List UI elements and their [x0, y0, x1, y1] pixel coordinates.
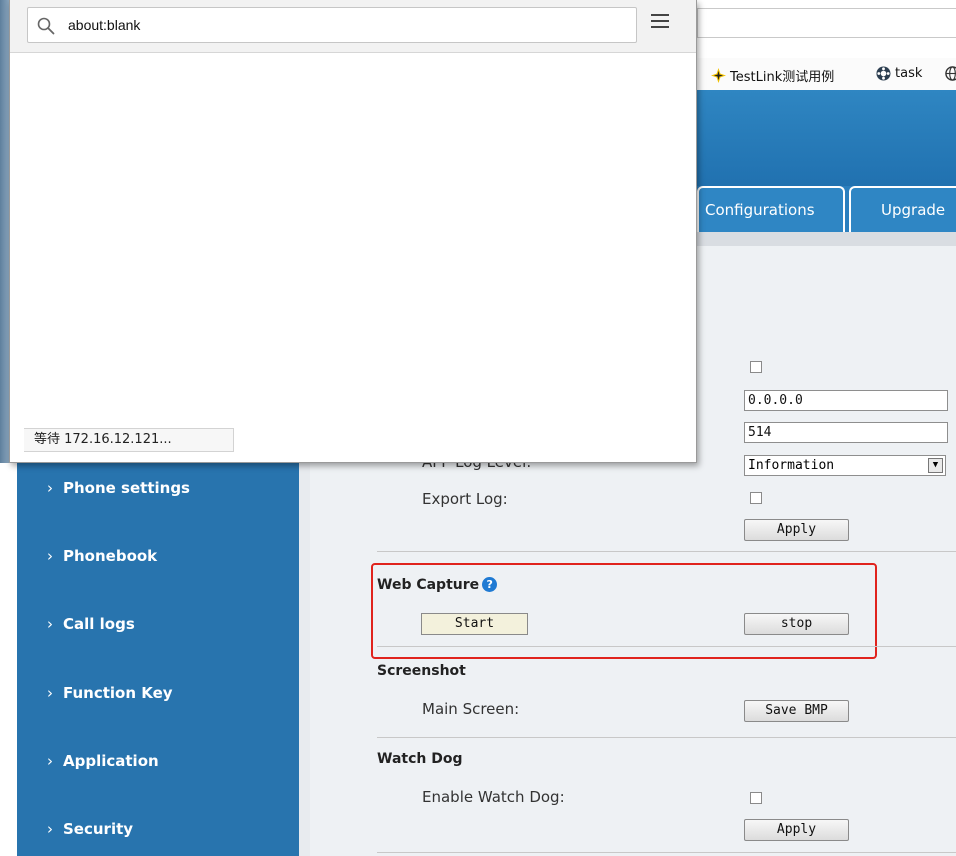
globe-icon [945, 66, 956, 81]
screenshot-title: Screenshot [377, 663, 466, 679]
window-edge [0, 0, 9, 463]
main-tabs: Configurations Upgrade [697, 186, 956, 232]
sidebar-item-label: Call logs [63, 615, 135, 633]
tab-label: Configurations [705, 201, 815, 219]
bookmark-globe[interactable] [945, 66, 956, 81]
divider [377, 646, 956, 647]
divider [377, 852, 956, 853]
sidebar-item-phonebook[interactable]: › Phonebook [47, 547, 157, 565]
popup-window: about:blank 等待 172.16.12.121... [9, 0, 697, 463]
bookmark-label: task [895, 66, 923, 81]
sidebar-item-label: Application [63, 752, 159, 770]
watch-dog-title: Watch Dog [377, 751, 463, 767]
bookmark-testlink[interactable]: TestLink测试用例 [711, 66, 834, 85]
chevron-right-icon: › [47, 615, 53, 633]
background-address-bar[interactable] [697, 8, 956, 38]
tab-configurations[interactable]: Configurations [697, 186, 845, 232]
chevron-right-icon: › [47, 820, 53, 838]
save-bmp-button[interactable]: Save BMP [744, 700, 849, 722]
server-ip-input[interactable]: 0.0.0.0 [744, 390, 948, 411]
sidebar: › Phone settings › Phonebook › Call logs › F… [17, 455, 299, 856]
divider [377, 737, 956, 738]
enable-watch-dog-checkbox[interactable] [750, 792, 762, 804]
tab-label: Upgrade [881, 201, 946, 219]
hamburger-menu-icon[interactable] [651, 14, 669, 32]
popup-status-bar: 等待 172.16.12.121... [24, 428, 234, 452]
app-log-level-select[interactable]: Information ▼ [744, 455, 946, 476]
sidebar-item-call-logs[interactable]: › Call logs [47, 615, 135, 633]
bookmark-task[interactable]: task [876, 66, 922, 81]
popup-toolbar: about:blank [10, 0, 696, 53]
search-icon [37, 17, 55, 35]
sidebar-item-phone-settings[interactable]: › Phone settings [47, 479, 190, 497]
select-value: Information [748, 458, 835, 473]
sidebar-item-label: Phonebook [63, 547, 158, 565]
sidebar-item-label: Function Key [63, 684, 173, 702]
chevron-right-icon: › [47, 684, 53, 702]
chevron-right-icon: › [47, 547, 53, 565]
task-icon [876, 66, 891, 81]
watch-dog-apply-button[interactable]: Apply [744, 819, 849, 841]
export-log-label: Export Log: [422, 490, 508, 508]
header-banner [697, 90, 956, 196]
server-port-input[interactable]: 514 [744, 422, 948, 443]
bookmark-label: TestLink测试用例 [730, 70, 835, 85]
chevron-down-icon[interactable]: ▼ [928, 458, 943, 473]
popup-address-bar[interactable]: about:blank [27, 7, 637, 43]
testlink-icon [711, 68, 726, 83]
chevron-right-icon: › [47, 752, 53, 770]
bookmarks-bar: TestLink测试用例 task [697, 58, 956, 90]
main-screen-label: Main Screen: [422, 700, 520, 718]
sidebar-item-label: Security [63, 820, 134, 838]
chevron-right-icon: › [47, 479, 53, 497]
log-apply-button[interactable]: Apply [744, 519, 849, 541]
sidebar-item-application[interactable]: › Application [47, 752, 159, 770]
popup-url-text: about:blank [68, 17, 141, 33]
divider [377, 551, 956, 552]
sidebar-item-function-key[interactable]: › Function Key [47, 684, 173, 702]
enable-watch-dog-label: Enable Watch Dog: [422, 788, 565, 806]
highlight-box [371, 563, 877, 659]
syslog-enable-checkbox[interactable] [750, 361, 762, 373]
tab-upgrade[interactable]: Upgrade [849, 186, 956, 232]
export-log-checkbox[interactable] [750, 492, 762, 504]
tab-underline [697, 232, 956, 246]
sidebar-item-label: Phone settings [63, 479, 190, 497]
sidebar-item-security[interactable]: › Security [47, 820, 133, 838]
